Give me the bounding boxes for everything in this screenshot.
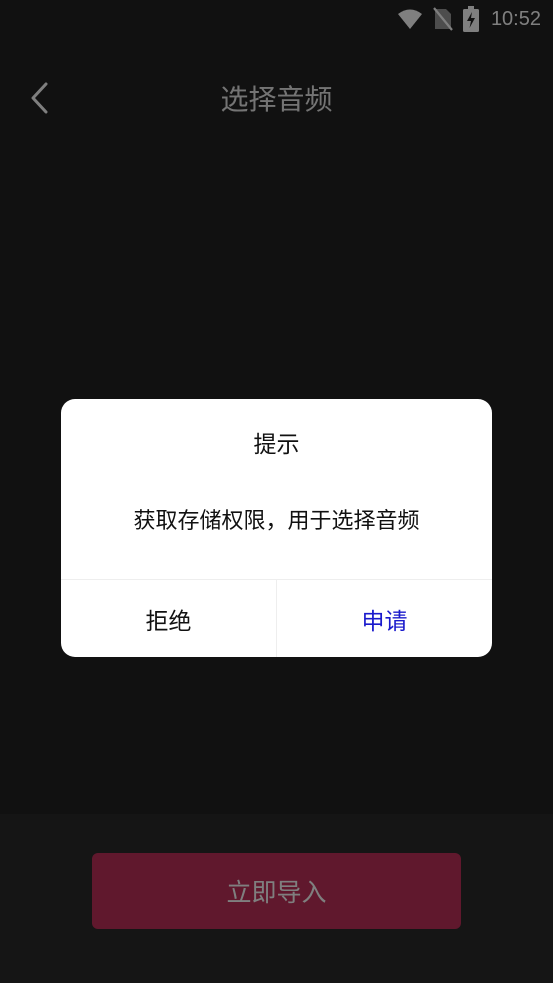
dialog-actions: 拒绝 申请	[61, 579, 492, 657]
dialog-title: 提示	[253, 432, 300, 458]
reject-button[interactable]: 拒绝	[61, 580, 277, 657]
dialog-message: 获取存储权限，用于选择音频	[133, 509, 420, 534]
permission-dialog: 提示 获取存储权限，用于选择音频 拒绝 申请	[61, 399, 492, 657]
apply-button[interactable]: 申请	[277, 580, 492, 657]
screen: 10:52 选择音频 立即导入 提示 获取存储权限，用于选择音频 拒绝 申请	[0, 0, 553, 983]
